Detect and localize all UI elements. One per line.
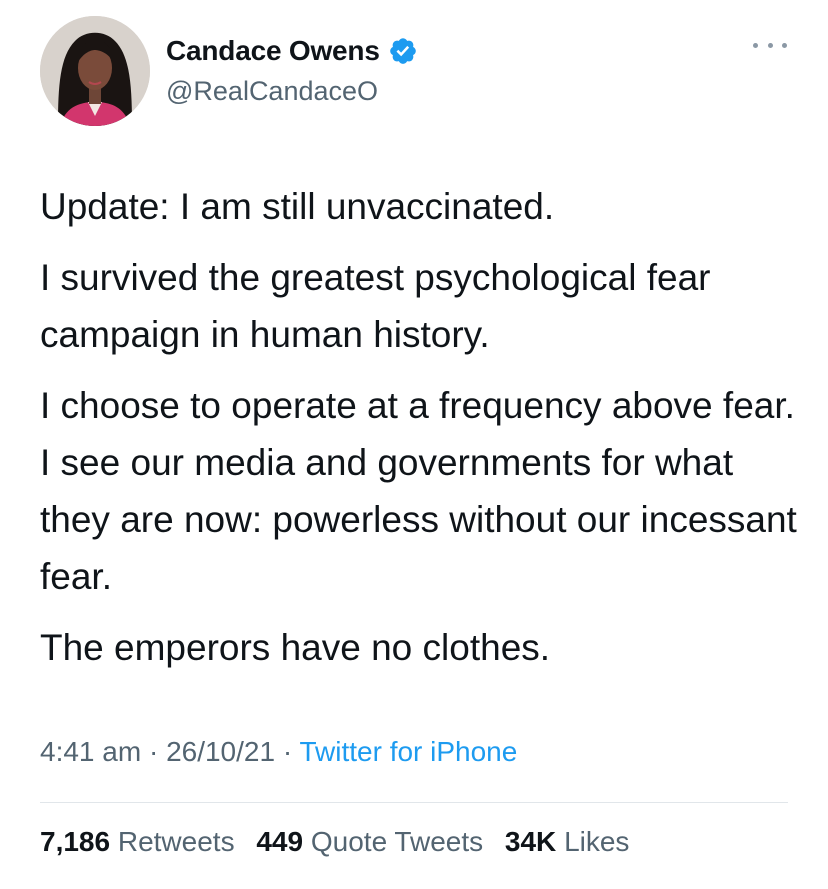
likes-label: Likes — [564, 826, 630, 857]
tweet-text: Update: I am still unvaccinated. I survi… — [40, 178, 800, 690]
retweets-label: Retweets — [117, 826, 235, 857]
author-block: Candace Owens @RealCandaceO — [166, 34, 418, 107]
tweet-source-link[interactable]: Twitter for iPhone — [299, 736, 517, 767]
more-dot — [767, 42, 773, 48]
tweet-paragraph: Update: I am still unvaccinated. — [40, 186, 555, 227]
quote-tweets-stat[interactable]: 449 Quote Tweets — [256, 826, 483, 858]
meta-separator: · — [148, 736, 159, 767]
more-dot — [753, 42, 758, 48]
tweet-time[interactable]: 4:41 am — [40, 736, 141, 767]
tweet-paragraph: I choose to operate at a frequency above… — [40, 385, 797, 597]
name-row: Candace Owens — [166, 34, 418, 68]
retweets-count: 7,186 — [40, 826, 111, 857]
avatar-image — [40, 16, 150, 126]
tweet: Candace Owens @RealCandaceO Update: I am… — [0, 0, 828, 889]
divider — [40, 802, 788, 803]
tweet-date[interactable]: 26/10/21 — [166, 736, 275, 767]
avatar[interactable] — [40, 16, 150, 126]
likes-count: 34K — [504, 826, 557, 857]
more-dot — [782, 42, 787, 48]
likes-stat[interactable]: 34K Likes — [505, 826, 630, 858]
author-handle[interactable]: @RealCandaceO — [166, 76, 418, 107]
retweets-stat[interactable]: 7,186 Retweets — [40, 826, 235, 858]
tweet-paragraph: I survived the greatest psychological fe… — [40, 257, 711, 355]
tweet-metadata: 4:41 am · 26/10/21 · Twitter for iPhone — [40, 736, 517, 768]
quote-tweets-count: 449 — [256, 826, 304, 857]
tweet-paragraph: The emperors have no clothes. — [40, 627, 551, 668]
display-name[interactable]: Candace Owens — [166, 35, 380, 67]
verified-badge-icon — [388, 36, 418, 66]
meta-separator: · — [282, 736, 293, 767]
quote-tweets-label: Quote Tweets — [310, 826, 484, 857]
engagement-stats: 7,186 Retweets 449 Quote Tweets 34K Like… — [40, 826, 643, 858]
more-options-icon[interactable] — [753, 38, 787, 52]
